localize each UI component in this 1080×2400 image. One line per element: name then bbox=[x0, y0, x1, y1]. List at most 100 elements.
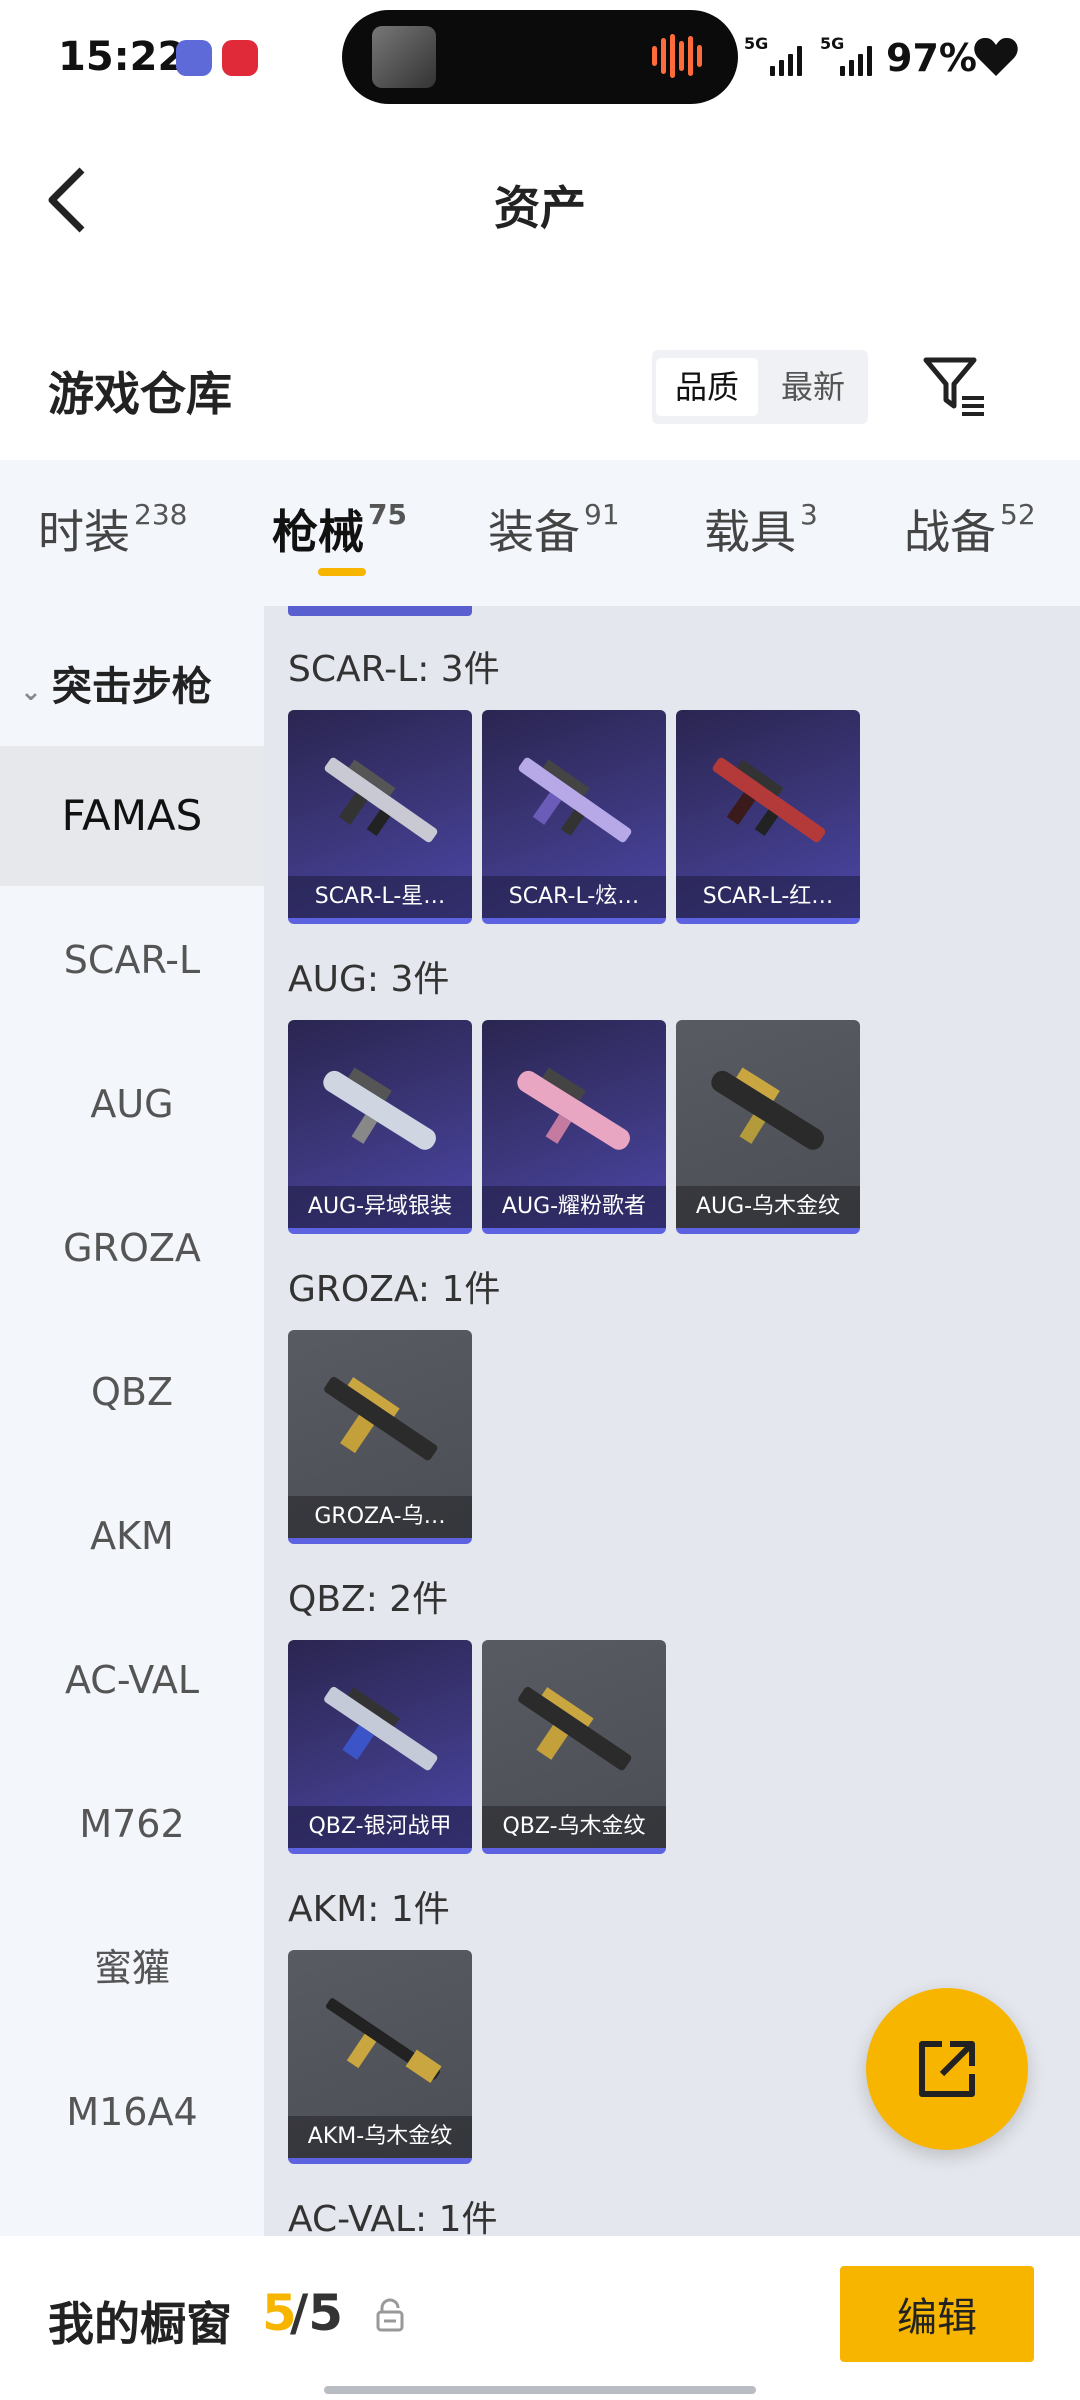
sidebar-item-akm[interactable]: AKM bbox=[0, 1466, 264, 1606]
weapon-card[interactable]: SCAR-L-星… bbox=[288, 710, 472, 924]
tab-count: 238 bbox=[134, 498, 188, 531]
sort-toggle: 品质 最新 bbox=[652, 350, 868, 424]
weapon-card[interactable]: SCAR-L-红… bbox=[676, 710, 860, 924]
weapon-card[interactable]: AUG-耀粉歌者 bbox=[482, 1020, 666, 1234]
tab-label: 枪械 bbox=[272, 505, 364, 559]
weapon-card[interactable]: SCAR-L-炫… bbox=[482, 710, 666, 924]
group-label: SCAR-L: 3件 bbox=[288, 649, 500, 690]
weapon-card[interactable]: AUG-异域银装 bbox=[288, 1020, 472, 1234]
home-indicator[interactable] bbox=[324, 2386, 756, 2394]
sidebar-item-honey-badger[interactable]: 蜜獾 bbox=[0, 1898, 264, 2038]
weapon-card[interactable]: GROZA-乌… bbox=[288, 1330, 472, 1544]
sidebar-item-scar-l[interactable]: SCAR-L bbox=[0, 890, 264, 1030]
weapon-group-qbz: QBZ: 2件 QBZ-银河战甲 QBZ-乌木金纹 bbox=[288, 1572, 666, 1854]
weapon-group-akm: AKM: 1件 AKM-乌木金纹 bbox=[288, 1882, 472, 2164]
heart-icon bbox=[974, 37, 1018, 76]
tab-label: 时装 bbox=[38, 505, 130, 559]
card-edge bbox=[288, 606, 472, 616]
share-icon bbox=[919, 2041, 975, 2097]
weapon-group-aug: AUG: 3件 AUG-异域银装 AUG-耀粉歌者 AUG-乌木金纹 bbox=[288, 952, 860, 1234]
top-header: 资产 bbox=[0, 120, 1080, 320]
rifle-icon bbox=[324, 1686, 438, 1771]
sort-newest-button[interactable]: 最新 bbox=[762, 358, 864, 416]
warehouse-header: 游戏仓库 品质 最新 bbox=[0, 320, 1080, 460]
status-bar: 15:22 5G 5G 97% bbox=[0, 0, 1080, 120]
showcase-count-total: /5 bbox=[290, 2284, 344, 2342]
tab-supplies[interactable]: 战备 52 bbox=[904, 496, 1036, 562]
sidebar-item-aug[interactable]: AUG bbox=[0, 1034, 264, 1174]
rifle-icon bbox=[712, 757, 826, 843]
filter-icon[interactable] bbox=[922, 354, 988, 418]
group-label: AKM: 1件 bbox=[288, 1889, 450, 1930]
category-label: 突击步枪 bbox=[51, 664, 212, 710]
weapon-name: AUG-耀粉歌者 bbox=[482, 1186, 666, 1228]
weapon-name: QBZ-银河战甲 bbox=[288, 1806, 472, 1848]
section-title: 游戏仓库 bbox=[48, 367, 232, 421]
lock-icon bbox=[376, 2298, 404, 2332]
weapon-group-groza: GROZA: 1件 GROZA-乌… bbox=[288, 1262, 501, 1544]
category-header[interactable]: ⌄ 突击步枪 bbox=[20, 654, 212, 712]
sidebar-item-famas[interactable]: FAMAS bbox=[0, 746, 264, 886]
rifle-icon bbox=[518, 757, 632, 843]
category-tabs: 时装 238 枪械 75 装备 91 载具 3 战备 52 bbox=[0, 460, 1080, 606]
group-label: QBZ: 2件 bbox=[288, 1579, 449, 1620]
dynamic-island[interactable] bbox=[342, 10, 738, 104]
weapon-name: SCAR-L-星… bbox=[288, 876, 472, 918]
signal-icon bbox=[770, 44, 810, 76]
weapon-group-scar-l: SCAR-L: 3件 SCAR-L-星… SCAR-L-炫… SCAR-L-红… bbox=[288, 642, 860, 924]
battery-level: 97% bbox=[886, 36, 977, 80]
chevron-down-icon: ⌄ bbox=[20, 677, 42, 707]
audio-wave-icon bbox=[652, 34, 712, 80]
sidebar-item-m16a4[interactable]: M16A4 bbox=[0, 2042, 264, 2182]
weapon-name: GROZA-乌… bbox=[288, 1496, 472, 1538]
tab-count: 75 bbox=[368, 498, 407, 531]
sidebar-item-qbz[interactable]: QBZ bbox=[0, 1322, 264, 1462]
weapon-name: SCAR-L-红… bbox=[676, 876, 860, 918]
tab-equipment[interactable]: 装备 91 bbox=[488, 496, 620, 562]
edit-button[interactable]: 编辑 bbox=[840, 2266, 1034, 2362]
weapon-card[interactable]: AKM-乌木金纹 bbox=[288, 1950, 472, 2164]
weapon-card[interactable]: QBZ-乌木金纹 bbox=[482, 1640, 666, 1854]
tab-guns[interactable]: 枪械 75 bbox=[272, 496, 407, 562]
weapon-name: AUG-异域银装 bbox=[288, 1186, 472, 1228]
rifle-icon bbox=[711, 1067, 824, 1150]
tab-label: 战备 bbox=[904, 505, 996, 559]
rifle-icon bbox=[323, 1067, 436, 1150]
network-type-1: 5G bbox=[744, 34, 769, 53]
weapon-type-sidebar: ⌄ 突击步枪 FAMAS SCAR-L AUG GROZA QBZ AKM AC-… bbox=[0, 606, 264, 2236]
tab-fashion[interactable]: 时装 238 bbox=[38, 496, 187, 562]
status-time: 15:22 bbox=[58, 34, 186, 80]
app-notification-icon-2 bbox=[222, 40, 258, 76]
active-tab-indicator bbox=[318, 568, 366, 576]
weapon-name: SCAR-L-炫… bbox=[482, 876, 666, 918]
signal-icon-2 bbox=[840, 44, 880, 76]
weapon-card[interactable]: QBZ-银河战甲 bbox=[288, 1640, 472, 1854]
page-title: 资产 bbox=[494, 181, 586, 235]
sidebar-item-ac-val[interactable]: AC-VAL bbox=[0, 1610, 264, 1750]
tab-label: 载具 bbox=[704, 505, 796, 559]
rifle-icon bbox=[326, 1998, 442, 2083]
sidebar-item-groza[interactable]: GROZA bbox=[0, 1178, 264, 1318]
weapon-name: AKM-乌木金纹 bbox=[288, 2116, 472, 2158]
sidebar-item-m762[interactable]: M762 bbox=[0, 1754, 264, 1894]
rifle-icon bbox=[324, 1376, 438, 1461]
tab-count: 52 bbox=[1000, 498, 1036, 531]
group-label: AUG: 3件 bbox=[288, 959, 450, 1000]
rifle-icon bbox=[517, 1067, 630, 1150]
group-label: AC-VAL: 1件 bbox=[288, 2199, 498, 2236]
rifle-icon bbox=[518, 1686, 632, 1771]
showcase-label: 我的橱窗 bbox=[48, 2297, 232, 2351]
tab-vehicles[interactable]: 载具 3 bbox=[704, 496, 818, 562]
tab-label: 装备 bbox=[488, 505, 580, 559]
sort-quality-button[interactable]: 品质 bbox=[656, 358, 758, 416]
showcase-bar: 我的橱窗 5 /5 编辑 bbox=[0, 2236, 1080, 2400]
weapon-group-ac-val: AC-VAL: 1件 bbox=[288, 2192, 498, 2236]
group-label: GROZA: 1件 bbox=[288, 1269, 501, 1310]
share-button[interactable] bbox=[866, 1988, 1028, 2150]
weapon-name: QBZ-乌木金纹 bbox=[482, 1806, 666, 1848]
weapon-name: AUG-乌木金纹 bbox=[676, 1186, 860, 1228]
rifle-icon bbox=[324, 757, 438, 843]
weapon-card[interactable]: AUG-乌木金纹 bbox=[676, 1020, 860, 1234]
media-thumbnail bbox=[372, 26, 436, 88]
tab-count: 91 bbox=[584, 498, 620, 531]
